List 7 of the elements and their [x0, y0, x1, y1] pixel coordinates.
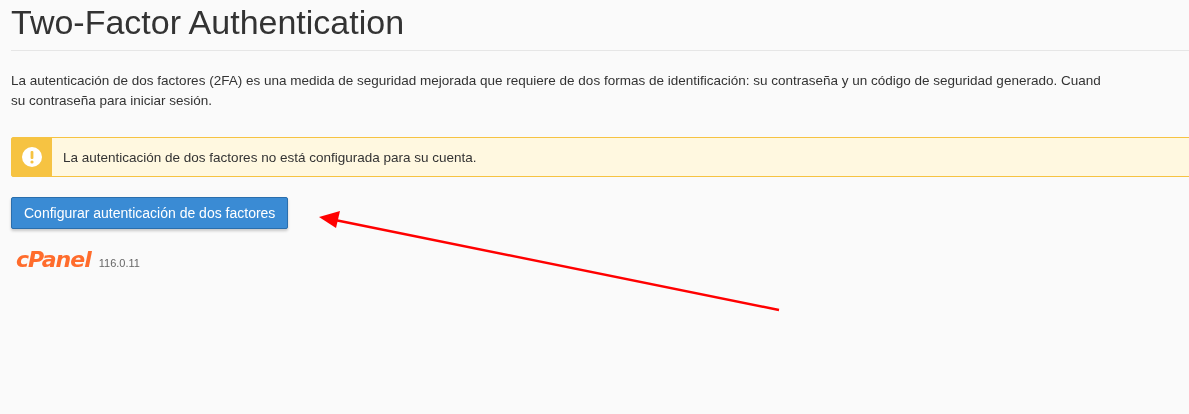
version-text: 116.0.11 [98, 257, 140, 269]
description-text: La autenticación de dos factores (2FA) es una medida de seguridad mejorada que requiere de dos formas de identificación: su contraseña y un código de seguridad generado. Cuand su contraseña para iniciar sesión. [11, 72, 1101, 110]
warning-icon [22, 147, 42, 167]
cpanel-logo: cPanel [16, 249, 91, 271]
alert-message: La autenticación de dos factores no está configurada para su cuenta. [62, 148, 477, 167]
page-title: Two-Factor Authentication [11, 2, 405, 43]
configure-2fa-button[interactable]: Configurar autenticación de dos factores [11, 197, 289, 229]
